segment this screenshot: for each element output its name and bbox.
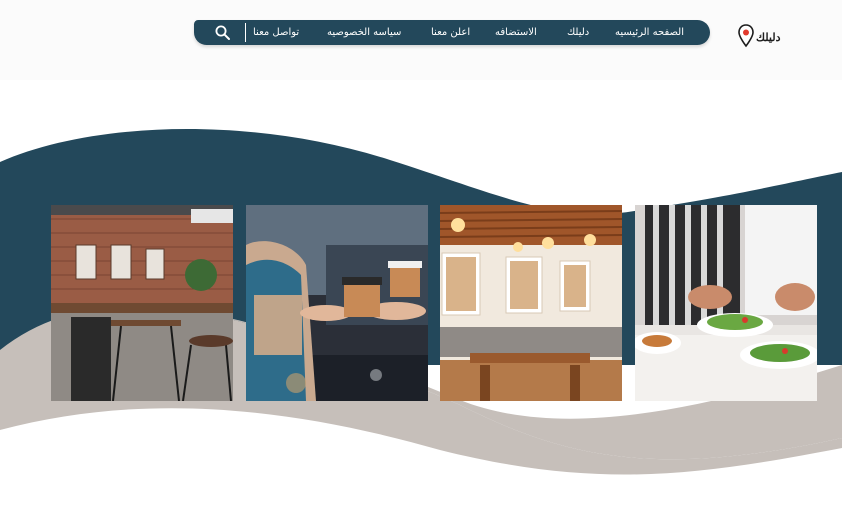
site-header: دليلك الصفحه الرئيسيه دليلك الاستضافه اع…: [0, 0, 842, 80]
nav-divider: [245, 23, 246, 42]
site-logo[interactable]: دليلك: [738, 22, 788, 52]
nav-item-guide[interactable]: دليلك: [567, 20, 589, 45]
search-icon[interactable]: [214, 24, 231, 41]
striped-apron: [645, 205, 740, 325]
main-navbar: الصفحه الرئيسيه دليلك الاستضافه اعلن معن…: [194, 20, 710, 45]
photo-industrial-cafe: [51, 205, 233, 401]
photo-restaurant-interior: [440, 205, 622, 401]
nav-item-home[interactable]: الصفحه الرئيسيه: [615, 20, 684, 45]
location-pin-icon: [738, 24, 754, 48]
nav-item-privacy[interactable]: سياسه الخصوصيه: [327, 20, 401, 45]
hero-banner: [0, 80, 842, 506]
logo-text: دليلك: [756, 30, 781, 44]
photo-coffee-handoff: [246, 205, 428, 401]
photo-chef-plating: [635, 205, 817, 401]
nav-item-hosting[interactable]: الاستضافه: [495, 20, 537, 45]
nav-item-contact[interactable]: تواصل معنا: [253, 20, 299, 45]
nav-item-advertise[interactable]: اعلن معنا: [431, 20, 470, 45]
